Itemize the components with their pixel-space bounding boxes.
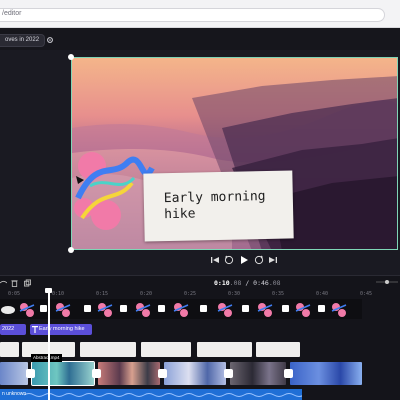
- editor-toolbar: [0, 28, 400, 50]
- text-clip-early-morning-hike[interactable]: Early morning hike: [30, 324, 92, 335]
- ruler-tick: 0:25: [184, 291, 197, 297]
- ruler-tick: 0:20: [140, 291, 153, 297]
- forward-5-icon[interactable]: [254, 255, 264, 265]
- settings-icon[interactable]: [46, 36, 54, 44]
- text-clip[interactable]: 2022: [0, 324, 26, 335]
- ruler-tick: 0:30: [228, 291, 241, 297]
- video-clip[interactable]: [98, 362, 160, 385]
- trash-icon[interactable]: [11, 279, 18, 287]
- audio-waveform: [24, 393, 302, 397]
- transition-icon[interactable]: [158, 369, 167, 378]
- skip-forward-icon[interactable]: [268, 255, 278, 265]
- video-clip-abstract[interactable]: [31, 361, 95, 386]
- undo-icon[interactable]: [0, 279, 7, 287]
- audio-clip[interactable]: n unknown: [0, 389, 302, 400]
- caption-text-overlay[interactable]: Early morning hike: [143, 170, 294, 242]
- playhead-handle[interactable]: [45, 288, 52, 293]
- resize-handle-bottom-left[interactable]: [68, 247, 74, 253]
- ruler-tick: 0:45: [360, 291, 373, 297]
- total-time: 0:46: [253, 279, 269, 287]
- rewind-5-icon[interactable]: [224, 255, 234, 265]
- resize-handle-top-left[interactable]: [68, 54, 74, 60]
- timecode-display: 0:10.08 / 0:46.08: [214, 279, 281, 287]
- clip-tooltip: Abstract.mp4: [31, 354, 62, 362]
- time-ruler[interactable]: 0:05 0:10 0:15 0:20 0:25 0:30 0:35 0:40 …: [0, 291, 400, 299]
- browser-window: /editor oves in 2022 Early morning hike …: [0, 0, 400, 400]
- video-clip[interactable]: [290, 362, 362, 385]
- sticker-track[interactable]: [0, 299, 362, 319]
- ruler-tick: 0:05: [8, 291, 21, 297]
- audio-clip-label: n unknown: [2, 391, 27, 397]
- address-bar[interactable]: /editor: [0, 8, 385, 22]
- overlay-clip[interactable]: [141, 342, 191, 357]
- overlay-clip[interactable]: [256, 342, 300, 357]
- playhead[interactable]: [48, 290, 50, 400]
- project-title-chip[interactable]: oves in 2022: [0, 34, 46, 47]
- play-icon[interactable]: [239, 255, 249, 265]
- text-clip-label: 2022: [2, 326, 15, 332]
- time-separator: /: [245, 279, 250, 287]
- transition-icon[interactable]: [92, 369, 101, 378]
- zoom-icon[interactable]: [376, 280, 398, 284]
- transition-icon[interactable]: [284, 369, 293, 378]
- duplicate-icon[interactable]: [24, 279, 31, 287]
- current-time-frac: .08: [229, 279, 242, 287]
- video-clip[interactable]: [230, 362, 286, 385]
- video-clip[interactable]: [164, 362, 226, 385]
- current-time: 0:10: [214, 279, 230, 287]
- overlay-clip[interactable]: [80, 342, 136, 357]
- address-text: /editor: [2, 10, 22, 17]
- transition-icon[interactable]: [26, 369, 35, 378]
- browser-toolbar: /editor: [0, 0, 400, 28]
- ruler-tick: 0:10: [52, 291, 65, 297]
- overlay-clip[interactable]: [0, 342, 19, 357]
- video-clip[interactable]: [0, 362, 28, 385]
- ruler-tick: 0:40: [316, 291, 329, 297]
- caption-text: Early morning hike: [163, 189, 266, 223]
- skip-back-icon[interactable]: [210, 255, 220, 265]
- ruler-tick: 0:35: [272, 291, 285, 297]
- total-time-frac: .08: [268, 279, 281, 287]
- overlay-clip[interactable]: [197, 342, 252, 357]
- text-icon: [32, 326, 38, 333]
- text-clip-label: Early morning hike: [39, 326, 85, 332]
- ruler-tick: 0:15: [96, 291, 109, 297]
- transition-icon[interactable]: [224, 369, 233, 378]
